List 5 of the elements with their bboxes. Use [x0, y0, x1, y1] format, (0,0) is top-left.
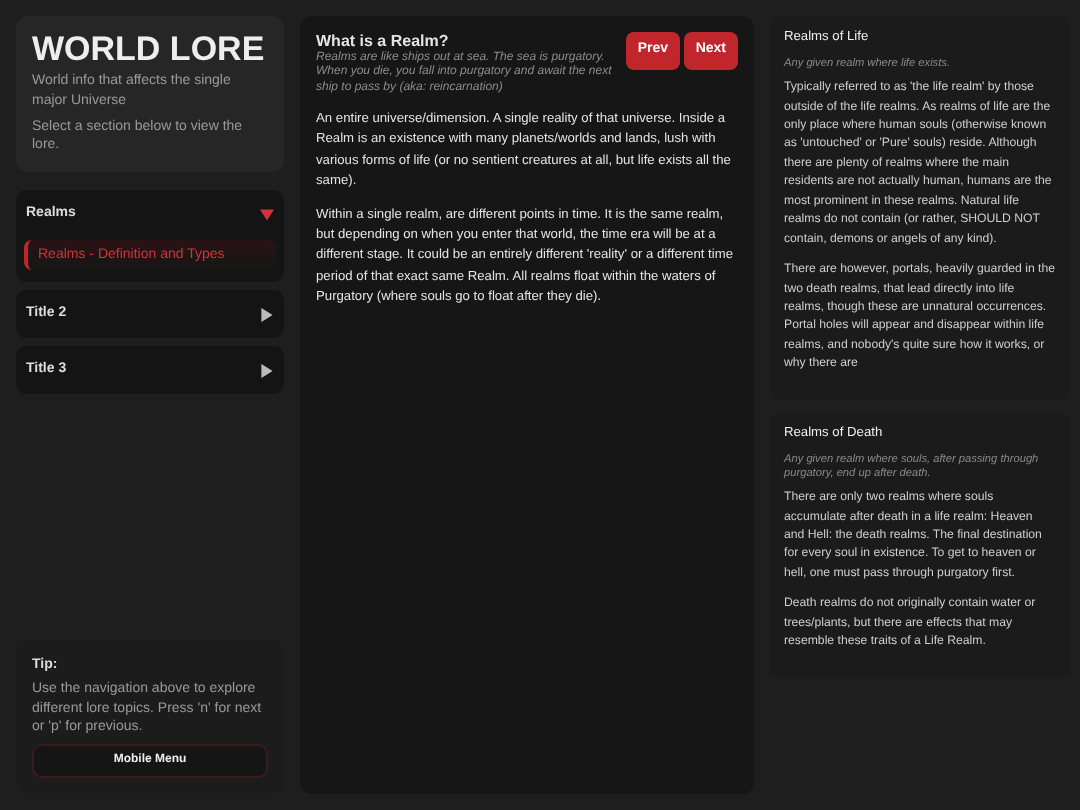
article-title: What is a Realm? — [316, 32, 451, 51]
page-title: WORLD LORE — [32, 32, 267, 70]
caret-right-icon — [260, 363, 274, 378]
caret-right-icon — [260, 307, 274, 322]
caret-down-icon — [260, 207, 274, 222]
